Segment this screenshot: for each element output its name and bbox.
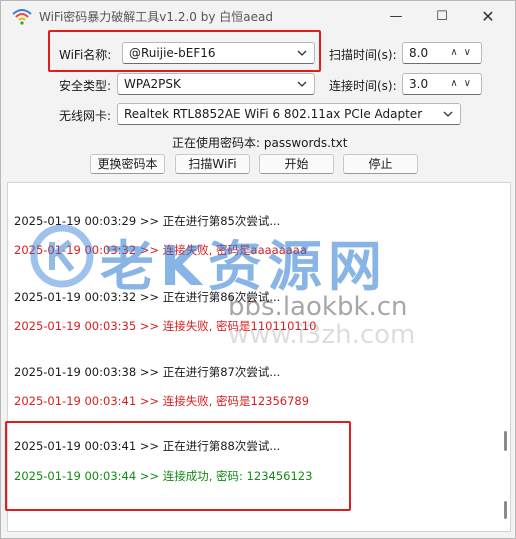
scan-time-label: 扫描时间(s): xyxy=(329,48,397,62)
log-line: 2025-01-19 00:03:41 >> 连接失败, 密码是12356789 xyxy=(14,394,310,408)
connect-time-spinbox[interactable]: 3.0 ∧∨ xyxy=(402,73,482,95)
log-line: 2025-01-19 00:03:32 >> 连接失败, 密码是aaaaaaaa xyxy=(14,243,307,257)
spin-arrows-icon[interactable]: ∧∨ xyxy=(450,74,477,94)
maximize-button[interactable]: ☐ xyxy=(419,1,465,31)
connect-time-label: 连接时间(s): xyxy=(329,79,397,93)
close-icon: ✕ xyxy=(481,6,495,26)
log-line: 2025-01-19 00:03:29 >> 正在进行第85次尝试... xyxy=(14,214,281,228)
minimize-icon: — xyxy=(389,8,403,24)
log-line: 2025-01-19 00:03:32 >> 正在进行第86次尝试... xyxy=(14,290,281,304)
chevron-down-icon xyxy=(297,81,307,87)
title-bar[interactable]: WiFi密码暴力破解工具v1.2.0 by 白恒aead — ☐ ✕ xyxy=(1,1,515,31)
maximize-icon: ☐ xyxy=(436,8,448,24)
minimize-button[interactable]: — xyxy=(373,1,419,31)
adapter-select[interactable]: Realtek RTL8852AE WiFi 6 802.11ax PCIe A… xyxy=(117,103,461,125)
close-button[interactable]: ✕ xyxy=(465,1,511,31)
wifi-icon xyxy=(12,9,32,25)
stop-button[interactable]: 停止 xyxy=(343,154,418,174)
highlight-box-wifi xyxy=(48,30,321,72)
scrollbar-thumb[interactable] xyxy=(504,501,507,519)
using-password-file-text: 正在使用密码本: passwords.txt xyxy=(172,136,348,150)
adapter-value: Realtek RTL8852AE WiFi 6 802.11ax PCIe A… xyxy=(124,107,423,121)
connect-time-value: 3.0 xyxy=(409,77,429,91)
app-window: WiFi密码暴力破解工具v1.2.0 by 白恒aead — ☐ ✕ WiFi名… xyxy=(0,0,516,539)
change-password-book-button[interactable]: 更换密码本 xyxy=(90,154,165,174)
start-button[interactable]: 开始 xyxy=(259,154,334,174)
window-title: WiFi密码暴力破解工具v1.2.0 by 白恒aead xyxy=(39,10,273,24)
spin-arrows-icon[interactable]: ∧∨ xyxy=(450,43,477,63)
security-type-select[interactable]: WPA2PSK xyxy=(117,73,315,95)
security-type-label: 安全类型: xyxy=(59,79,112,93)
scan-wifi-button[interactable]: 扫描WiFi xyxy=(175,154,250,174)
adapter-label: 无线网卡: xyxy=(59,109,112,123)
scrollbar-thumb[interactable] xyxy=(504,431,507,451)
log-line: 2025-01-19 00:03:35 >> 连接失败, 密码是11011011… xyxy=(14,319,317,333)
scan-time-value: 8.0 xyxy=(409,46,429,60)
log-line: 2025-01-19 00:03:38 >> 正在进行第87次尝试... xyxy=(14,365,281,379)
chevron-down-icon xyxy=(443,111,453,117)
security-type-value: WPA2PSK xyxy=(124,77,181,91)
scan-time-spinbox[interactable]: 8.0 ∧∨ xyxy=(402,42,482,64)
highlight-box-success xyxy=(5,421,351,511)
